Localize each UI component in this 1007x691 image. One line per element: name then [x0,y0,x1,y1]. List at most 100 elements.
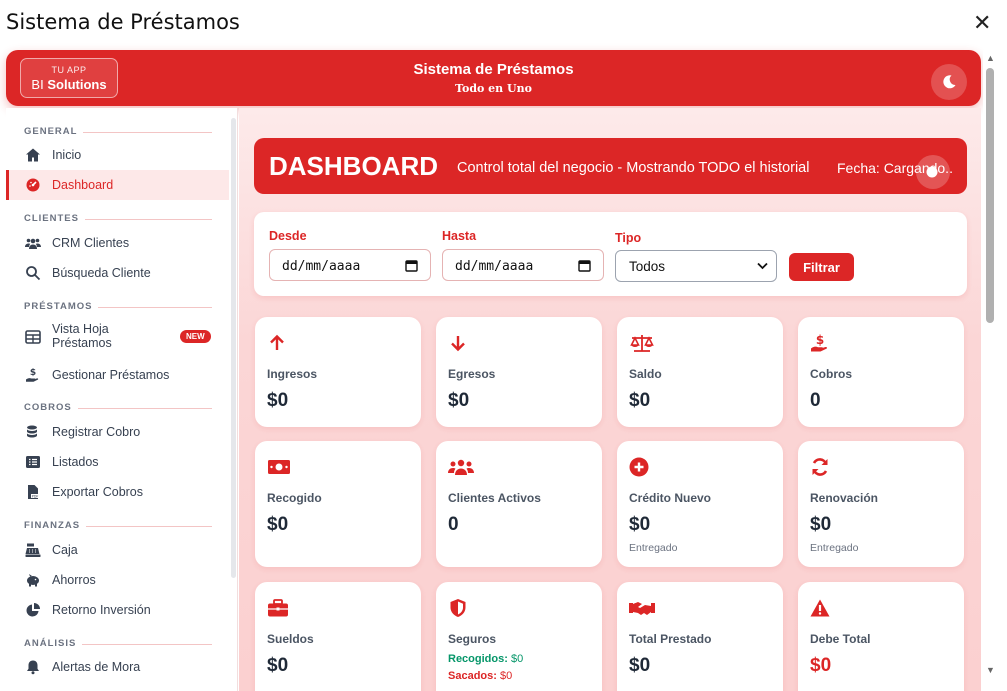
list-icon [26,456,40,468]
money-bill-icon [268,460,290,474]
sidebar-item-gestionar[interactable]: $ Gestionar Préstamos [6,360,229,390]
sidebar-item-label: Registrar Cobro [52,425,141,439]
card-value: $0 [629,514,651,535]
card-credito-nuevo: Crédito Nuevo $0 Entregado [617,441,783,567]
header-subtitle: Todo en Uno [455,82,532,95]
sidebar-item-ahorros[interactable]: Ahorros [6,565,229,595]
hasta-value: dd/mm/aaaa [455,259,534,274]
arrow-down-icon [451,336,465,352]
card-label: Sueldos [267,632,314,646]
coins-icon [27,425,37,438]
seguros-sacados: Sacados: $0 [448,670,513,682]
home-icon [26,148,40,162]
warning-icon [810,599,830,617]
desde-date-input[interactable]: dd/mm/aaaa [269,249,431,281]
card-renovacion: Renovación $0 Entregado [798,441,964,567]
sidebar-item-crm[interactable]: CRM Clientes [6,228,229,258]
users-icon [448,459,474,475]
card-total-prestado: Total Prestado $0 [617,582,783,691]
theme-toggle-button[interactable] [931,64,967,100]
dashboard-banner: DASHBOARD Control total del negocio - Mo… [254,138,967,194]
sidebar-item-label: Inicio [52,148,82,162]
sidebar-scrollbar[interactable] [231,118,236,578]
card-value: $0 [810,655,832,676]
sidebar-item-label: Listados [52,455,99,469]
sidebar-item-label: Vista Hoja [52,322,109,336]
sidebar-item-caja[interactable]: Caja [6,535,229,565]
toggle-icon [926,166,938,178]
tipo-select[interactable]: Todos [615,250,777,282]
filtrar-button[interactable]: Filtrar [789,253,854,281]
page-scrollbar[interactable]: ▲ ▼ [983,50,1007,691]
piggy-bank-icon [27,574,39,587]
scroll-up-icon[interactable]: ▲ [986,53,995,63]
card-label: Saldo [629,367,662,381]
calendar-icon[interactable] [578,259,591,272]
file-pdf-icon: PDF [28,485,39,499]
sidebar-item-inicio[interactable]: Inicio [6,140,229,170]
section-cobros: COBROS [24,402,212,413]
card-subtext: Entregado [810,542,859,554]
card-value: $0 [267,514,289,535]
calendar-icon[interactable] [405,259,418,272]
sidebar-item-label: Ahorros [52,573,96,587]
moon-icon [943,75,956,89]
desde-label: Desde [269,229,307,243]
card-value: 0 [448,514,459,535]
hasta-label: Hasta [442,229,477,243]
sidebar-item-label: Gestionar Préstamos [52,368,170,382]
sidebar-item-label: Retorno Inversión [52,603,151,617]
card-label: Clientes Activos [448,491,541,505]
seguros-recogidos: Recogidos: $0 [448,653,524,665]
card-subtext: Entregado [629,542,678,554]
card-ingresos: Ingresos $0 [255,317,421,427]
search-icon [26,266,41,281]
refresh-icon [812,458,828,476]
scale-balance-icon [630,335,654,352]
card-debe-total: Debe Total $0 [798,582,964,691]
section-finanzas: FINANZAS [24,520,212,531]
dashboard-subtitle: Control total del negocio - Mostrando TO… [457,160,810,176]
sidebar-item-label: CRM Clientes [52,236,130,250]
card-value: $0 [448,390,470,411]
sidebar-item-label-2: Préstamos [52,336,112,350]
desde-value: dd/mm/aaaa [282,259,361,274]
scroll-down-icon[interactable]: ▼ [986,665,995,675]
sidebar-item-dashboard[interactable]: Dashboard [6,170,229,200]
sidebar-item-alertas[interactable]: Alertas de Mora [6,652,229,682]
sidebar-item-registrar[interactable]: Registrar Cobro [6,417,229,447]
sidebar-item-vista-hoja[interactable]: Vista Hoja Préstamos NEW [6,320,229,354]
new-badge: NEW [180,330,211,343]
sidebar-item-busqueda[interactable]: Búsqueda Cliente [6,258,229,288]
hand-holding-dollar-icon: $ [811,333,827,352]
card-clientes-activos: Clientes Activos 0 [436,441,602,567]
card-label: Debe Total [810,632,871,646]
card-seguros: Seguros Recogidos: $0 Sacados: $0 [436,582,602,691]
app-header: TU APP BI Solutions Sistema de Préstamos… [6,50,981,106]
refresh-toggle-button[interactable] [916,155,950,189]
svg-text:$: $ [30,368,36,378]
cash-register-icon [25,543,41,557]
sidebar-item-label: Exportar Cobros [52,485,144,499]
card-label: Total Prestado [629,632,712,646]
card-saldo: Saldo $0 [617,317,783,427]
card-value: $0 [810,514,832,535]
table-icon [25,330,41,344]
gauge-icon [26,178,40,192]
hasta-date-input[interactable]: dd/mm/aaaa [442,249,604,281]
card-label: Ingresos [267,367,318,381]
hand-holding-dollar-icon: $ [26,368,39,382]
card-value: $0 [267,655,289,676]
header-title: Sistema de Préstamos [413,61,574,78]
card-recogido: Recogido $0 [255,441,421,567]
close-icon[interactable]: ✕ [973,12,991,34]
sidebar-item-listados[interactable]: Listados [6,447,229,477]
card-value: 0 [810,390,821,411]
card-label: Renovación [810,491,879,505]
card-label: Egresos [448,367,496,381]
card-value: $0 [629,655,651,676]
scrollbar-thumb[interactable] [986,68,994,323]
sidebar-item-exportar[interactable]: PDF Exportar Cobros [6,477,229,507]
dashboard-title: DASHBOARD [269,151,438,181]
sidebar-item-retorno[interactable]: Retorno Inversión [6,595,229,625]
